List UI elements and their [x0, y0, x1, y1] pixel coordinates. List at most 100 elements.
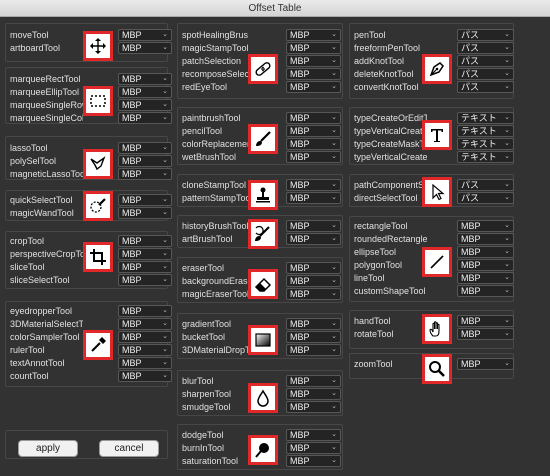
tool-offset-select[interactable]: MBP ⌄: [286, 262, 341, 274]
cancel-button[interactable]: cancel: [99, 440, 159, 457]
tool-offset-select[interactable]: MBP ⌄: [457, 272, 514, 284]
tool-offset-select[interactable]: MBP ⌄: [118, 344, 172, 356]
select-value: MBP: [122, 358, 142, 368]
tool-offset-select[interactable]: MBP ⌄: [286, 331, 341, 343]
chevron-down-icon: ⌄: [162, 209, 168, 216]
chevron-down-icon: ⌄: [504, 114, 510, 121]
tool-name-label: bucketTool: [182, 332, 226, 342]
tool-offset-select[interactable]: MBP ⌄: [118, 86, 172, 98]
tool-offset-select[interactable]: MBP ⌄: [118, 112, 172, 124]
select-value: MBP: [290, 152, 310, 162]
tool-offset-select[interactable]: MBP ⌄: [457, 259, 514, 271]
tool-offset-select[interactable]: MBP ⌄: [286, 29, 341, 41]
tool-offset-select[interactable]: MBP ⌄: [118, 73, 172, 85]
tool-offset-select[interactable]: パス ⌄: [457, 192, 514, 204]
select-value: MBP: [290, 376, 310, 386]
hand-icon: [422, 314, 452, 344]
tool-offset-select[interactable]: MBP ⌄: [286, 455, 341, 467]
tool-name-label: artBrushTool: [182, 234, 233, 244]
tool-offset-select[interactable]: MBP ⌄: [118, 357, 172, 369]
tool-offset-select[interactable]: MBP ⌄: [457, 285, 514, 297]
tool-offset-select[interactable]: MBP ⌄: [286, 318, 341, 330]
tool-offset-select[interactable]: MBP ⌄: [286, 233, 341, 245]
tool-offset-select[interactable]: MBP ⌄: [286, 68, 341, 80]
chevron-down-icon: ⌄: [504, 360, 510, 367]
tool-offset-select[interactable]: MBP ⌄: [286, 192, 341, 204]
tool-offset-select[interactable]: MBP ⌄: [457, 220, 514, 232]
tool-offset-select[interactable]: MBP ⌄: [286, 55, 341, 67]
tool-offset-select[interactable]: パス ⌄: [457, 42, 514, 54]
tool-offset-select[interactable]: MBP ⌄: [118, 168, 172, 180]
tool-offset-select[interactable]: MBP ⌄: [286, 125, 341, 137]
tool-offset-select[interactable]: パス ⌄: [457, 81, 514, 93]
tool-offset-select[interactable]: MBP ⌄: [118, 305, 172, 317]
tool-name-label: dodgeTool: [182, 430, 224, 440]
tool-offset-select[interactable]: MBP ⌄: [118, 370, 172, 382]
select-value: MBP: [290, 263, 310, 273]
tool-offset-select[interactable]: パス ⌄: [457, 179, 514, 191]
tool-offset-select[interactable]: MBP ⌄: [286, 220, 341, 232]
select-value: MBP: [461, 329, 481, 339]
tool-offset-select[interactable]: MBP ⌄: [118, 331, 172, 343]
tool-offset-select[interactable]: MBP ⌄: [286, 401, 341, 413]
tool-offset-select[interactable]: MBP ⌄: [118, 235, 172, 247]
tool-offset-select[interactable]: MBP ⌄: [457, 358, 514, 370]
blur-drop-icon: [248, 383, 278, 413]
select-value: MBP: [122, 345, 142, 355]
select-value: MBP: [461, 359, 481, 369]
tool-offset-select[interactable]: MBP ⌄: [286, 275, 341, 287]
tool-offset-select[interactable]: MBP ⌄: [457, 233, 514, 245]
tool-offset-select[interactable]: MBP ⌄: [286, 151, 341, 163]
tool-offset-select[interactable]: MBP ⌄: [118, 99, 172, 111]
tool-offset-select[interactable]: MBP ⌄: [457, 246, 514, 258]
chevron-down-icon: ⌄: [331, 390, 337, 397]
tool-offset-select[interactable]: MBP ⌄: [286, 442, 341, 454]
tool-name-label: quickSelectTool: [10, 195, 73, 205]
tool-offset-select[interactable]: MBP ⌄: [118, 142, 172, 154]
chevron-down-icon: ⌄: [162, 144, 168, 151]
tool-offset-select[interactable]: MBP ⌄: [286, 375, 341, 387]
tool-offset-select[interactable]: MBP ⌄: [118, 261, 172, 273]
tool-offset-select[interactable]: MBP ⌄: [457, 315, 514, 327]
tool-offset-select[interactable]: テキスト ⌄: [457, 112, 514, 124]
apply-button[interactable]: apply: [18, 440, 78, 457]
tool-name-label: sliceSelectTool: [10, 275, 70, 285]
tool-offset-select[interactable]: テキスト ⌄: [457, 125, 514, 137]
tool-offset-select[interactable]: パス ⌄: [457, 55, 514, 67]
tool-offset-select[interactable]: テキスト ⌄: [457, 151, 514, 163]
pen-icon: [422, 54, 452, 84]
tool-offset-select[interactable]: MBP ⌄: [118, 274, 172, 286]
select-value: MBP: [290, 276, 310, 286]
tool-offset-select[interactable]: MBP ⌄: [118, 42, 172, 54]
tool-offset-select[interactable]: MBP ⌄: [118, 248, 172, 260]
tool-name-label: magicWandTool: [10, 208, 74, 218]
tool-offset-select[interactable]: MBP ⌄: [286, 112, 341, 124]
chevron-down-icon: ⌄: [331, 222, 337, 229]
tool-offset-select[interactable]: MBP ⌄: [286, 138, 341, 150]
tool-offset-select[interactable]: MBP ⌄: [286, 179, 341, 191]
tool-offset-select[interactable]: パス ⌄: [457, 29, 514, 41]
select-value: MBP: [290, 389, 310, 399]
tool-offset-select[interactable]: MBP ⌄: [118, 194, 172, 206]
tool-offset-select[interactable]: MBP ⌄: [457, 328, 514, 340]
chevron-down-icon: ⌄: [331, 57, 337, 64]
tool-offset-select[interactable]: MBP ⌄: [118, 318, 172, 330]
tool-offset-select[interactable]: MBP ⌄: [286, 344, 341, 356]
gradient-tool-group: gradientTool MBP ⌄ bucketTool MBP ⌄ 3DMaterial…: [177, 313, 343, 359]
tool-offset-select[interactable]: テキスト ⌄: [457, 138, 514, 150]
tool-offset-select[interactable]: MBP ⌄: [286, 388, 341, 400]
tool-offset-select[interactable]: MBP ⌄: [118, 155, 172, 167]
tool-offset-select[interactable]: MBP ⌄: [118, 207, 172, 219]
tool-name-label: sharpenTool: [182, 389, 232, 399]
tool-offset-select[interactable]: MBP ⌄: [286, 42, 341, 54]
select-value: MBP: [290, 69, 310, 79]
chevron-down-icon: ⌄: [331, 403, 337, 410]
tool-offset-select[interactable]: MBP ⌄: [286, 288, 341, 300]
tool-offset-select[interactable]: MBP ⌄: [286, 81, 341, 93]
tool-offset-select[interactable]: パス ⌄: [457, 68, 514, 80]
select-value: パス: [461, 180, 480, 190]
tool-offset-select[interactable]: MBP ⌄: [286, 429, 341, 441]
select-value: MBP: [122, 306, 142, 316]
tool-offset-select[interactable]: MBP ⌄: [118, 29, 172, 41]
shape-tool-group: rectangleTool MBP ⌄ roundedRectangleTool MBP…: [349, 216, 514, 302]
